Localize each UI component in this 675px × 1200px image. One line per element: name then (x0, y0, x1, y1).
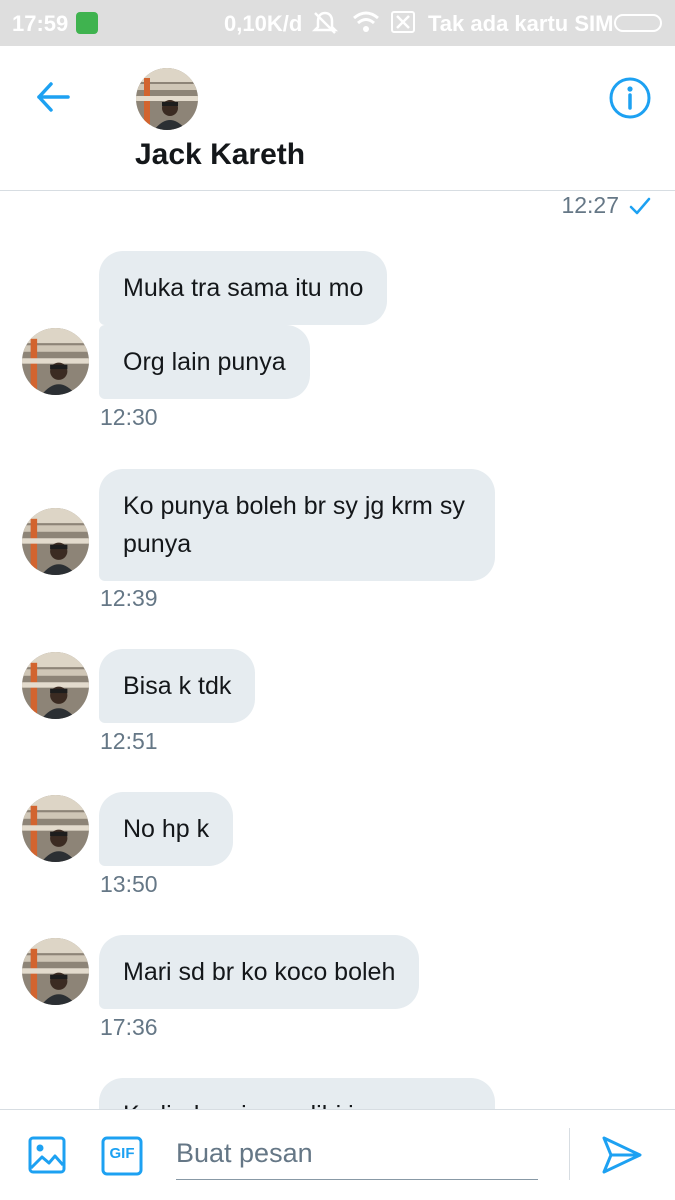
message-timestamp: 12:51 (100, 728, 158, 754)
sender-avatar[interactable] (22, 795, 89, 862)
message-text: Bisa k tdk (123, 672, 232, 700)
received-message-bubble[interactable]: Bisa k tdk (99, 649, 256, 723)
app-notification-icon (76, 12, 98, 34)
sim-status-text: Tak ada kartu SIM (428, 11, 614, 36)
received-message-bubble[interactable]: Org lain punya (99, 325, 310, 399)
network-speed: 0,10K/d (224, 11, 303, 36)
no-sim-icon (391, 11, 415, 33)
sender-avatar[interactable] (22, 328, 89, 395)
message-text: Mari sd br ko koco boleh (123, 958, 396, 986)
message-timestamp: 12:30 (100, 404, 158, 430)
message-timestamp: 13:50 (100, 871, 158, 897)
sent-message-meta: 12:27 (561, 192, 651, 219)
message-timestamp: 17:36 (100, 1014, 158, 1040)
message-timestamp: 12:39 (100, 585, 158, 611)
conversation-info-button[interactable] (608, 76, 652, 120)
gif-label: GIF (109, 1145, 135, 1162)
mute-icon (311, 9, 339, 43)
status-bar: 17:59 0,10K/d Tak ada kartu SIM (0, 0, 675, 46)
add-photo-button[interactable] (28, 1136, 66, 1174)
send-icon (602, 1136, 642, 1174)
contact-avatar[interactable] (136, 68, 198, 130)
sender-avatar[interactable] (22, 938, 89, 1005)
conversation-header: Jack Kareth (0, 46, 675, 191)
sender-avatar[interactable] (22, 508, 89, 575)
message-text: Org lain punya (123, 348, 286, 376)
sender-avatar[interactable] (22, 652, 89, 719)
received-message-bubble[interactable]: Ko liad ap in modibi in mau (99, 1078, 495, 1109)
received-message-bubble[interactable]: No hp k (99, 792, 234, 866)
message-input[interactable] (176, 1128, 538, 1180)
status-time: 17:59 (12, 11, 69, 36)
message-text: No hp k (123, 815, 210, 843)
message-text: Muka tra sama itu mo (123, 274, 364, 302)
wifi-icon (352, 9, 380, 41)
battery-icon (614, 14, 662, 32)
arrow-left-icon (37, 82, 70, 112)
received-message-bubble[interactable]: Muka tra sama itu mo (99, 251, 388, 325)
add-gif-button[interactable]: GIF (101, 1136, 143, 1176)
message-list[interactable]: 12:27 Muka tra sama itu mo Org lain puny… (0, 192, 675, 1109)
image-icon (28, 1136, 66, 1174)
info-icon (609, 77, 651, 119)
received-message-bubble[interactable]: Mari sd br ko koco boleh (99, 935, 420, 1009)
message-text: Ko punya boleh br sy jg krm sy punya (123, 492, 465, 558)
message-timestamp: 12:27 (561, 192, 619, 218)
compose-bar: GIF (0, 1109, 675, 1200)
send-button[interactable] (600, 1134, 644, 1176)
message-text: Ko liad ap in modibi in mau (123, 1101, 423, 1109)
back-button[interactable] (34, 79, 74, 115)
contact-name[interactable]: Jack Kareth (135, 138, 305, 172)
compose-divider (569, 1128, 570, 1180)
received-message-bubble[interactable]: Ko punya boleh br sy jg krm sy punya (99, 469, 495, 581)
check-icon (629, 197, 651, 214)
